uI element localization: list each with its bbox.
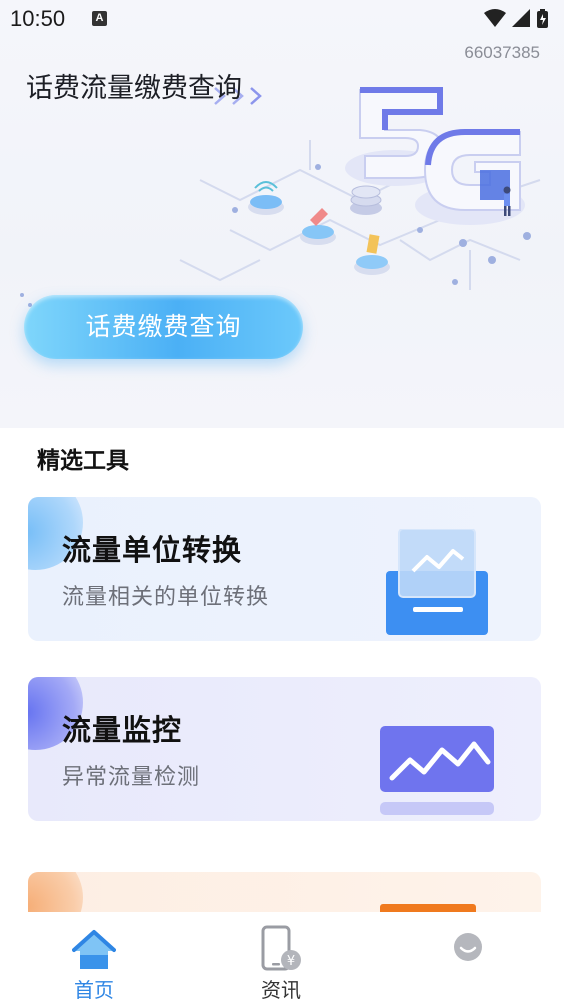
home-icon: [72, 930, 116, 969]
cell-signal-icon: [512, 9, 530, 27]
bottom-navigation: 首页 ¥ 资讯: [0, 912, 564, 1004]
bill-query-button[interactable]: 话费缴费查询: [24, 295, 303, 359]
phone-yen-icon: ¥: [261, 925, 301, 971]
card-unit-conversion[interactable]: 流量单位转换 流量相关的单位转换: [28, 497, 541, 641]
battery-icon: [537, 9, 548, 28]
svg-text:¥: ¥: [287, 954, 295, 969]
status-bar: 10:50 A: [0, 0, 564, 38]
nav-label: 首页: [74, 978, 114, 1002]
nav-item-profile[interactable]: [408, 912, 528, 1004]
section-title: 精选工具: [37, 448, 129, 474]
document-chart-icon: [386, 529, 488, 635]
card-title: 流量监控: [62, 713, 183, 747]
wifi-icon: [484, 9, 506, 27]
card-traffic-monitor[interactable]: 流量监控 异常流量检测: [28, 677, 541, 821]
profile-icon: [454, 933, 482, 961]
nav-label: 资讯: [261, 978, 301, 1002]
nav-item-home[interactable]: 首页: [34, 912, 154, 1004]
notification-icon: A: [92, 11, 107, 26]
monitor-chart-icon: [380, 726, 494, 815]
card-subtitle: 异常流量检测: [62, 765, 201, 790]
status-icons: [484, 9, 548, 28]
card-subtitle: 流量相关的单位转换: [62, 585, 270, 610]
page-title: 话费流量缴费查询: [26, 73, 242, 104]
app-screen: 66037385 话费流量缴费查询 话费缴费查询 10:50 A 精选工具 流量…: [0, 0, 564, 1004]
status-time: 10:50: [10, 6, 66, 31]
nav-item-news[interactable]: ¥ 资讯: [221, 912, 341, 1004]
card-title: 流量单位转换: [62, 533, 243, 567]
hero-banner: 66037385 话费流量缴费查询 话费缴费查询: [0, 0, 564, 428]
hero-id-number: 66037385: [464, 43, 540, 62]
